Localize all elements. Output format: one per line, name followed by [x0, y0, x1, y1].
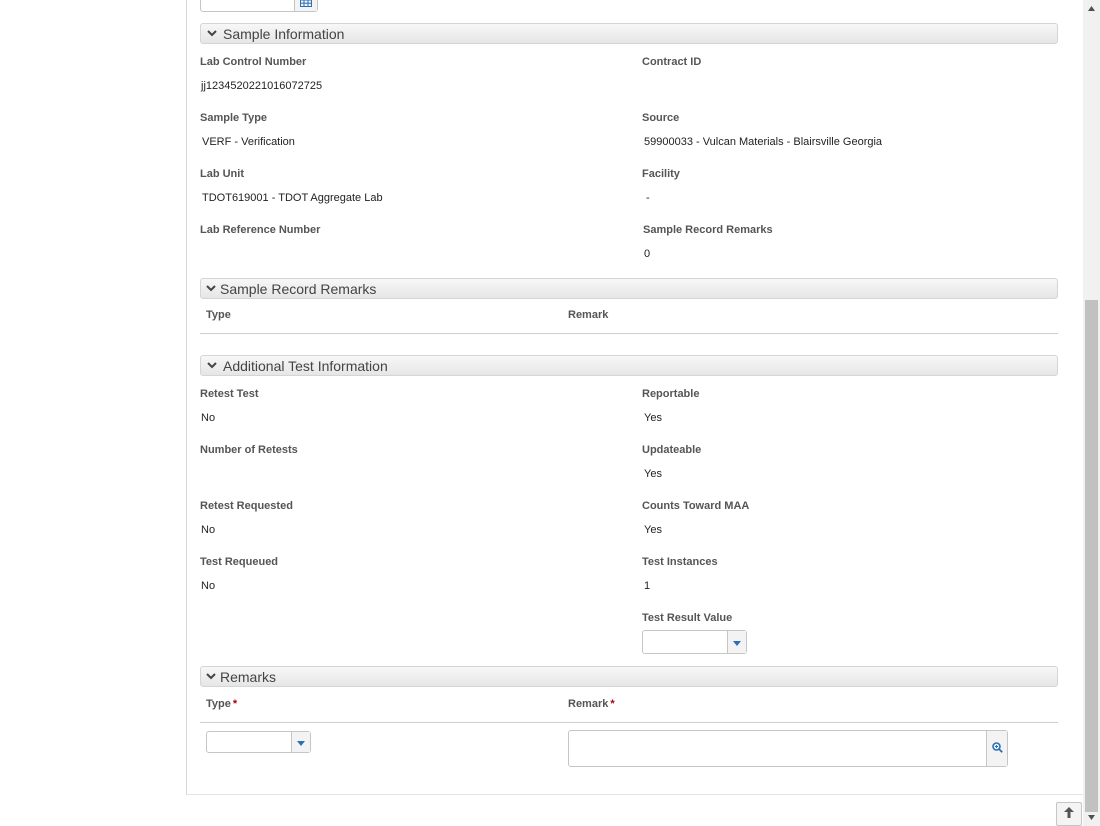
- counts-toward-maa-value: Yes: [644, 524, 662, 536]
- calendar-button[interactable]: [294, 0, 317, 11]
- dropdown-arrow-button[interactable]: [727, 631, 746, 653]
- updateable-value: Yes: [644, 468, 662, 480]
- chevron-down-icon: [206, 285, 216, 292]
- lab-unit-label: Lab Unit: [200, 168, 244, 180]
- column-header-type: Type *: [206, 698, 237, 710]
- date-input[interactable]: [200, 0, 318, 12]
- updateable-label: Updateable: [642, 444, 702, 456]
- column-header-remark: Remark *: [568, 698, 615, 710]
- chevron-down-icon: [206, 673, 216, 680]
- sample-record-remarks-count: 0: [644, 248, 651, 260]
- section-header-sample-information[interactable]: Sample Information: [200, 23, 1058, 44]
- sample-record-remarks-label: Sample Record Remarks: [643, 224, 773, 236]
- sample-type-value: VERF - Verification: [202, 136, 295, 148]
- section-title: Remarks: [220, 668, 277, 685]
- scroll-up-arrow[interactable]: [1083, 0, 1100, 17]
- scroll-down-arrow[interactable]: [1083, 809, 1100, 826]
- column-header-type: Type: [206, 309, 231, 321]
- chevron-down-icon: [207, 362, 217, 369]
- section-title: Sample Information: [223, 25, 345, 42]
- scrollbar-thumb[interactable]: [1085, 300, 1098, 812]
- lab-unit-value: TDOT619001 - TDOT Aggregate Lab: [202, 192, 383, 204]
- table-divider: [200, 722, 1058, 723]
- column-header-type-label: Type: [206, 698, 231, 710]
- lab-control-number-value: jj1234520221016072725: [201, 80, 323, 92]
- chevron-down-icon: [207, 30, 217, 37]
- column-header-remark-label: Remark: [568, 698, 609, 710]
- required-marker: *: [232, 698, 238, 710]
- zoom-button[interactable]: [986, 731, 1007, 766]
- lab-reference-number-label: Lab Reference Number: [200, 224, 321, 236]
- lab-control-number-label: Lab Control Number: [200, 56, 307, 68]
- required-marker: *: [610, 698, 615, 710]
- section-title: Additional Test Information: [223, 357, 388, 374]
- source-value: 59900033 - Vulcan Materials - Blairsvill…: [644, 136, 883, 148]
- test-result-value-label: Test Result Value: [642, 612, 733, 624]
- section-header-sample-record-remarks[interactable]: Sample Record Remarks: [200, 278, 1058, 299]
- sample-type-label: Sample Type: [200, 112, 268, 124]
- reportable-value: Yes: [644, 412, 662, 424]
- section-header-additional-test-information[interactable]: Additional Test Information: [200, 355, 1058, 376]
- test-instances-value: 1: [644, 580, 651, 592]
- table-divider: [200, 333, 1058, 334]
- contract-id-label: Contract ID: [642, 56, 702, 68]
- reportable-label: Reportable: [642, 388, 700, 400]
- test-result-value-dropdown[interactable]: [642, 630, 747, 654]
- vertical-scrollbar[interactable]: [1083, 0, 1100, 826]
- remark-textarea[interactable]: [568, 730, 1008, 767]
- facility-label: Facility: [642, 168, 680, 180]
- number-of-retests-label: Number of Retests: [200, 444, 298, 456]
- caret-down-icon: [733, 633, 741, 651]
- section-title: Sample Record Remarks: [220, 280, 377, 297]
- test-detail-panel: Sample Information Lab Control Number jj…: [186, 0, 1084, 795]
- test-requeued-value: No: [201, 580, 216, 592]
- retest-test-value: No: [201, 412, 216, 424]
- section-header-remarks[interactable]: Remarks: [200, 666, 1058, 687]
- counts-toward-maa-label: Counts Toward MAA: [642, 500, 750, 512]
- facility-value: -: [646, 192, 650, 204]
- test-requeued-label: Test Requeued: [200, 556, 279, 568]
- test-instances-label: Test Instances: [642, 556, 718, 568]
- calendar-icon: [300, 0, 312, 12]
- zoom-icon: [991, 740, 1003, 758]
- back-to-top-button[interactable]: [1056, 802, 1082, 826]
- source-label: Source: [642, 112, 680, 124]
- arrow-up-icon: [1064, 805, 1074, 823]
- dropdown-arrow-button[interactable]: [291, 732, 310, 752]
- retest-test-label: Retest Test: [200, 388, 259, 400]
- retest-requested-label: Retest Requested: [200, 500, 293, 512]
- column-header-remark: Remark: [568, 309, 609, 321]
- retest-requested-value: No: [201, 524, 216, 536]
- remark-type-dropdown[interactable]: [206, 731, 311, 753]
- caret-down-icon: [297, 733, 305, 751]
